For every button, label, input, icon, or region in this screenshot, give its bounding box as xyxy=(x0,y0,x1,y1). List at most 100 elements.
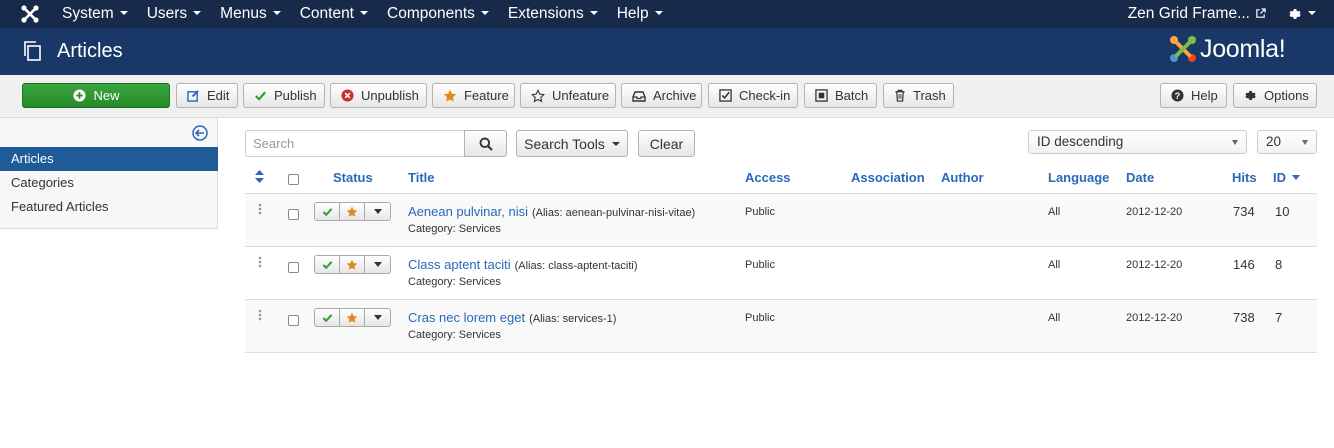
drag-handle-icon[interactable] xyxy=(258,256,262,268)
column-header-access[interactable]: Access xyxy=(745,170,791,185)
sidebar-item-categories[interactable]: Categories xyxy=(0,171,218,195)
menu-users[interactable]: Users xyxy=(147,0,202,28)
select-all-checkbox[interactable] xyxy=(288,174,299,185)
column-header-association[interactable]: Association xyxy=(851,170,925,185)
batch-square-icon xyxy=(815,89,828,103)
search-input[interactable]: Search xyxy=(245,130,465,157)
new-button[interactable]: New xyxy=(22,83,170,108)
feature-button[interactable]: Feature xyxy=(432,83,515,108)
batch-button[interactable]: Batch xyxy=(804,83,877,108)
ordering-select[interactable]: ID descending xyxy=(1028,130,1247,154)
article-title-cell: Class aptent taciti (Alias: class-aptent-… xyxy=(408,257,637,272)
search-tools-button[interactable]: Search Tools xyxy=(516,130,628,157)
date-cell: 2012-12-20 xyxy=(1126,206,1183,218)
language-cell: All xyxy=(1048,312,1061,324)
help-button[interactable]: ? Help xyxy=(1160,83,1227,108)
menu-system[interactable]: System xyxy=(62,0,128,28)
article-title-link[interactable]: Aenean pulvinar, nisi xyxy=(408,204,528,219)
joomla-brand-logo-icon xyxy=(1170,36,1196,62)
menu-menus[interactable]: Menus xyxy=(220,0,281,28)
checkbox-icon xyxy=(719,89,732,103)
top-navbar: System Users Menus Content Components Ex… xyxy=(0,0,1334,28)
actions-dropdown[interactable] xyxy=(365,309,390,326)
menu-extensions[interactable]: Extensions xyxy=(508,0,598,28)
archive-button[interactable]: Archive xyxy=(621,83,702,108)
article-title-link[interactable]: Class aptent taciti xyxy=(408,257,511,272)
menu-content[interactable]: Content xyxy=(300,0,368,28)
sidebar-item-articles[interactable]: Articles xyxy=(0,147,218,171)
row-checkbox[interactable] xyxy=(288,315,299,326)
archive-icon xyxy=(632,89,646,103)
access-cell: Public xyxy=(745,312,775,324)
publish-button[interactable]: Publish xyxy=(243,83,325,108)
caret-down-icon xyxy=(480,10,489,15)
menu-components[interactable]: Components xyxy=(387,0,489,28)
external-link-icon xyxy=(1256,8,1266,19)
toolbar: New Edit Publish Unpublish Feature Unfea… xyxy=(0,75,1334,118)
article-title-cell: Cras nec lorem eget (Alias: services-1) xyxy=(408,310,616,325)
column-header-id[interactable]: ID xyxy=(1273,170,1300,185)
remove-circle-icon xyxy=(341,89,354,103)
featured-toggle[interactable] xyxy=(340,203,365,220)
article-title-link[interactable]: Cras nec lorem eget xyxy=(408,310,525,325)
access-cell: Public xyxy=(745,206,775,218)
drag-handle-icon[interactable] xyxy=(258,309,262,321)
caret-down-icon xyxy=(589,10,598,15)
article-title-cell: Aenean pulvinar, nisi (Alias: aenean-pulv… xyxy=(408,204,695,219)
options-button[interactable]: Options xyxy=(1233,83,1317,108)
column-header-author[interactable]: Author xyxy=(941,170,984,185)
menu-help[interactable]: Help xyxy=(617,0,663,28)
plus-circle-icon xyxy=(72,89,86,103)
published-toggle[interactable] xyxy=(315,256,340,273)
joomla-brand: Joomla! xyxy=(1168,33,1286,65)
gear-icon xyxy=(1244,89,1257,103)
check-icon xyxy=(322,207,332,216)
language-cell: All xyxy=(1048,206,1061,218)
row-checkbox[interactable] xyxy=(288,209,299,220)
date-cell: 2012-12-20 xyxy=(1126,312,1183,324)
column-header-date[interactable]: Date xyxy=(1126,170,1154,185)
caret-down-icon xyxy=(119,10,128,15)
article-alias: (Alias: aenean-pulvinar-nisi-vitae) xyxy=(531,207,696,219)
actions-dropdown[interactable] xyxy=(365,256,390,273)
actions-dropdown[interactable] xyxy=(365,203,390,220)
featured-toggle[interactable] xyxy=(340,256,365,273)
clear-button[interactable]: Clear xyxy=(638,130,695,157)
star-filled-icon xyxy=(346,206,358,217)
select-arrow-icon xyxy=(1302,140,1308,145)
star-filled-icon xyxy=(346,312,358,323)
checkin-button[interactable]: Check-in xyxy=(708,83,798,108)
drag-handle-icon[interactable] xyxy=(258,203,262,215)
published-toggle[interactable] xyxy=(315,203,340,220)
row-checkbox[interactable] xyxy=(288,262,299,273)
collapse-sidebar-icon[interactable] xyxy=(192,125,208,141)
column-header-language[interactable]: Language xyxy=(1048,170,1109,185)
caret-down-icon xyxy=(373,209,382,214)
joomla-logo-icon[interactable] xyxy=(20,4,40,24)
table-row: Class aptent taciti (Alias: class-aptent-… xyxy=(245,247,1317,300)
caret-down-icon xyxy=(360,10,368,15)
sidebar-item-featured-articles[interactable]: Featured Articles xyxy=(0,195,218,219)
site-link[interactable]: Zen Grid Frame... xyxy=(1128,5,1266,23)
caret-down-icon xyxy=(272,10,281,15)
caret-down-icon xyxy=(193,10,202,15)
hits-cell: 146 xyxy=(1233,257,1255,272)
column-header-status[interactable]: Status xyxy=(333,170,373,185)
column-header-hits[interactable]: Hits xyxy=(1232,170,1257,185)
select-arrow-icon xyxy=(1232,140,1238,145)
page-title: Articles xyxy=(57,40,123,62)
search-button[interactable] xyxy=(464,130,507,157)
list-limit-select[interactable]: 20 xyxy=(1257,130,1317,154)
edit-button[interactable]: Edit xyxy=(176,83,238,108)
star-filled-icon xyxy=(346,259,358,270)
ordering-sort-icon[interactable] xyxy=(255,170,264,183)
trash-button[interactable]: Trash xyxy=(883,83,954,108)
published-toggle[interactable] xyxy=(315,309,340,326)
unfeature-button[interactable]: Unfeature xyxy=(520,83,616,108)
user-settings-menu[interactable] xyxy=(1288,7,1316,21)
column-header-title[interactable]: Title xyxy=(408,170,435,185)
unpublish-button[interactable]: Unpublish xyxy=(330,83,427,108)
featured-toggle[interactable] xyxy=(340,309,365,326)
page-header: Articles Joomla! xyxy=(0,28,1334,75)
sort-desc-icon xyxy=(1292,174,1300,180)
